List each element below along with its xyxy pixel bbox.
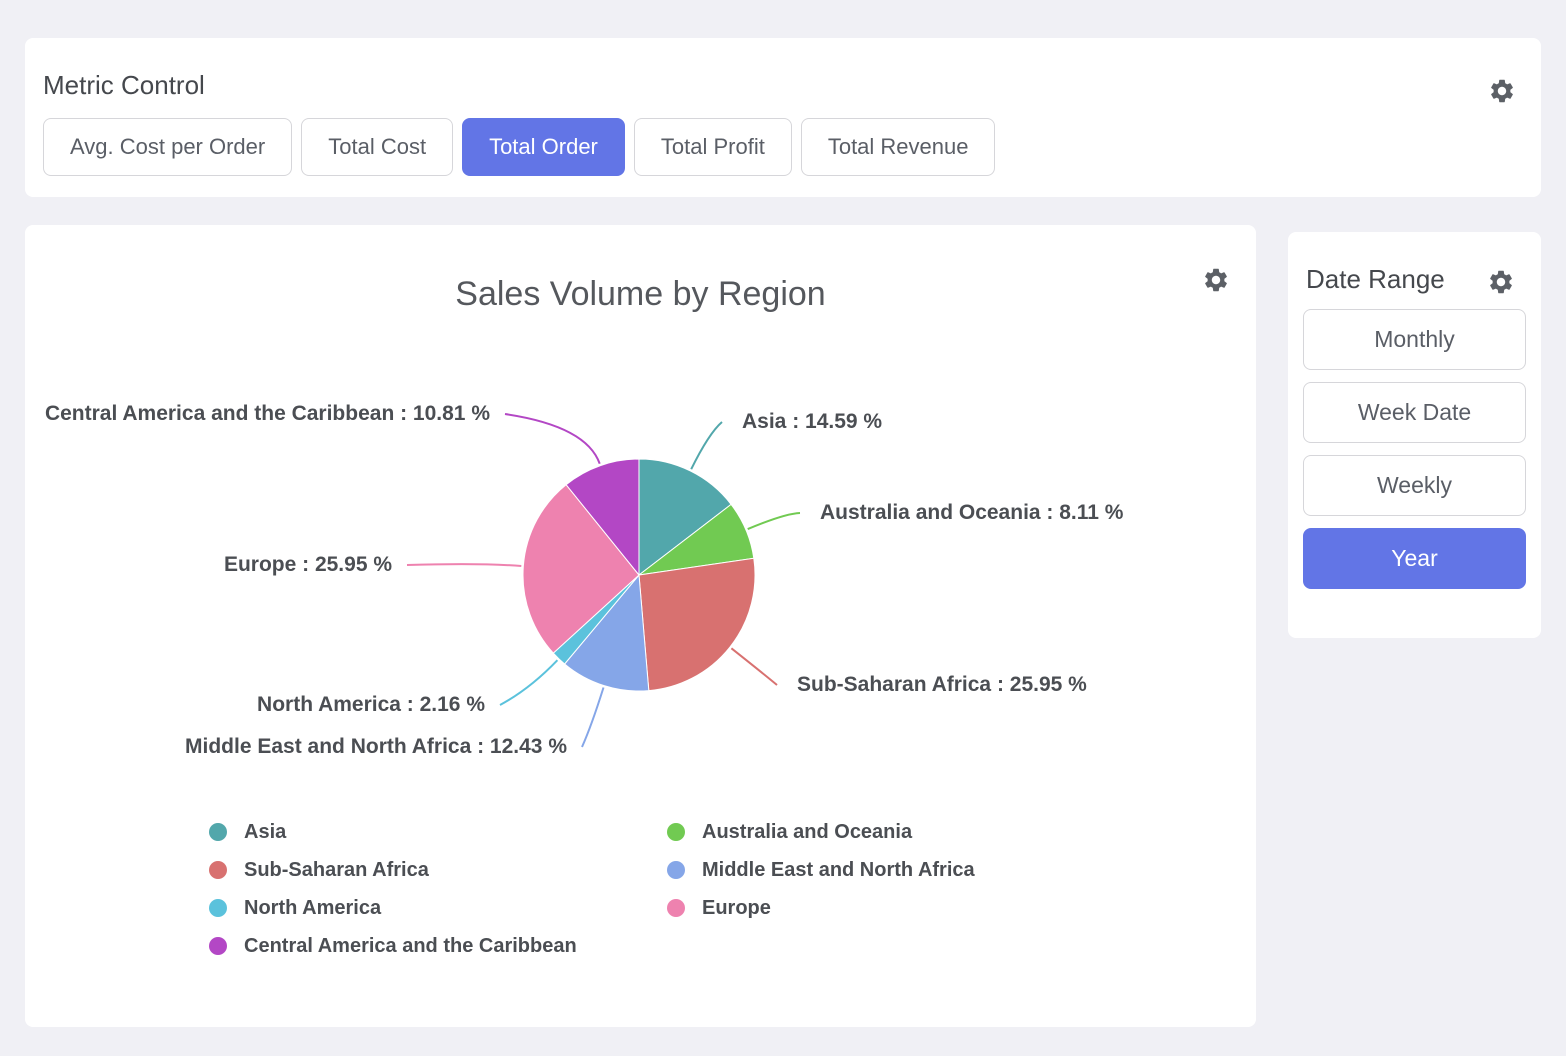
- date-range-button-year[interactable]: Year: [1303, 528, 1526, 589]
- legend-item-asia[interactable]: Asia: [209, 813, 667, 851]
- legend-label: Australia and Oceania: [702, 821, 912, 844]
- date-range-button-monthly[interactable]: Monthly: [1303, 309, 1526, 370]
- metric-button-total-profit[interactable]: Total Profit: [634, 118, 792, 176]
- metric-control-card: Metric Control Avg. Cost per Order Total…: [25, 38, 1541, 197]
- chart-card: Sales Volume by Region Asia : 14.59 %Aus…: [25, 225, 1256, 1027]
- legend-item-north-america[interactable]: North America: [209, 889, 667, 927]
- legend-color-dot: [209, 861, 227, 879]
- pie-label-line-central-america-and-the-caribbean: [505, 414, 600, 464]
- legend-color-dot: [667, 861, 685, 879]
- date-range-button-weekly[interactable]: Weekly: [1303, 455, 1526, 516]
- legend-color-dot: [209, 899, 227, 917]
- legend-item-australia-and-oceania[interactable]: Australia and Oceania: [667, 813, 975, 851]
- date-range-button-week-date[interactable]: Week Date: [1303, 382, 1526, 443]
- date-range-title: Date Range: [1306, 264, 1445, 295]
- pie-label-line-middle-east-and-north-africa: [582, 688, 604, 748]
- legend-item-europe[interactable]: Europe: [667, 889, 975, 927]
- legend-color-dot: [667, 823, 685, 841]
- legend-color-dot: [209, 937, 227, 955]
- pie-label-line-australia-and-oceania: [748, 513, 800, 529]
- legend-label: Middle East and North Africa: [702, 859, 975, 882]
- metric-button-total-revenue[interactable]: Total Revenue: [801, 118, 996, 176]
- metric-button-avg-cost-per-order[interactable]: Avg. Cost per Order: [43, 118, 292, 176]
- pie-label-line-asia: [691, 422, 722, 469]
- date-range-button-group: Monthly Week Date Weekly Year: [1303, 309, 1526, 589]
- legend-label: North America: [244, 897, 381, 920]
- metric-button-total-cost[interactable]: Total Cost: [301, 118, 453, 176]
- date-range-card: Date Range Monthly Week Date Weekly Year: [1288, 232, 1541, 638]
- legend-label: Sub-Saharan Africa: [244, 859, 429, 882]
- legend-label: Asia: [244, 821, 286, 844]
- pie-label-line-europe: [407, 564, 521, 566]
- date-range-settings-gear-icon[interactable]: [1487, 268, 1515, 296]
- legend-label: Europe: [702, 897, 771, 920]
- metric-button-group: Avg. Cost per Order Total Cost Total Ord…: [43, 118, 995, 176]
- pie-slice-sub-saharan-africa[interactable]: [639, 558, 755, 690]
- metric-control-title: Metric Control: [43, 70, 205, 101]
- legend-color-dot: [667, 899, 685, 917]
- legend-item-sub-saharan-africa[interactable]: Sub-Saharan Africa: [209, 851, 667, 889]
- legend-label: Central America and the Caribbean: [244, 935, 577, 958]
- pie-label-line-north-america: [500, 660, 557, 705]
- metric-settings-gear-icon[interactable]: [1488, 77, 1516, 105]
- legend-item-central-america-and-the-caribbean[interactable]: Central America and the Caribbean: [209, 927, 667, 965]
- legend-item-middle-east-and-north-africa[interactable]: Middle East and North Africa: [667, 851, 975, 889]
- pie-label-line-sub-saharan-africa: [731, 648, 777, 685]
- metric-button-total-order[interactable]: Total Order: [462, 118, 625, 176]
- chart-legend: Asia Australia and Oceania Sub-Saharan Afr…: [209, 813, 975, 965]
- legend-color-dot: [209, 823, 227, 841]
